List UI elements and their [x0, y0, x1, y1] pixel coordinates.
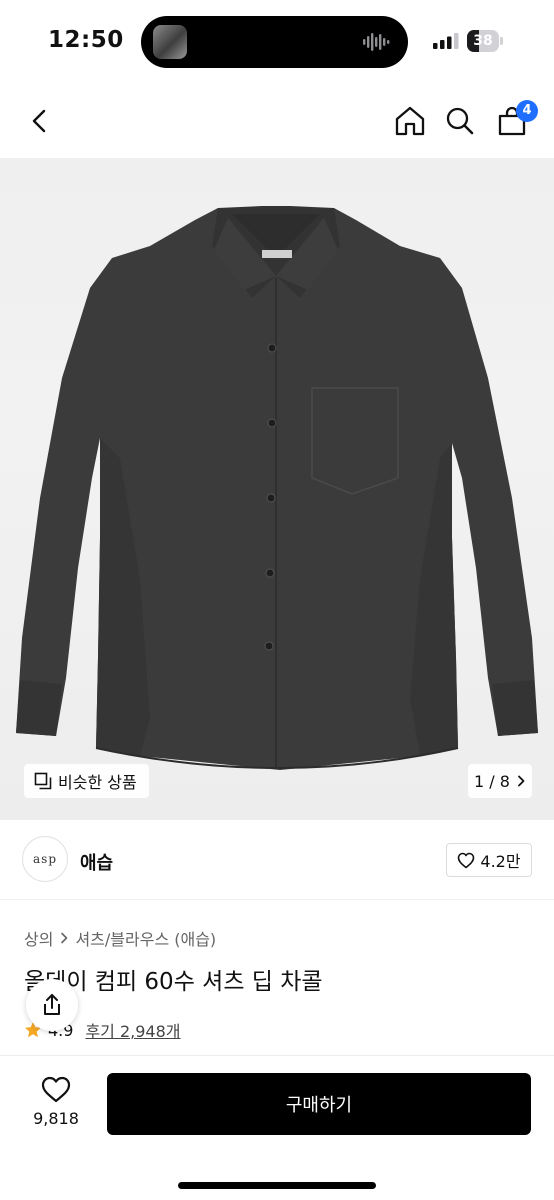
breadcrumb: 상의 셔츠/블라우스 (애습) [24, 926, 216, 950]
chevron-right-icon [518, 775, 525, 787]
similar-products-button[interactable]: 비슷한 상품 [24, 764, 149, 798]
product-photo-shirt [16, 206, 538, 770]
similar-items-icon [34, 772, 52, 790]
chevron-right-icon [61, 932, 68, 944]
cart-count-badge: 4 [516, 100, 538, 122]
search-button[interactable] [440, 101, 480, 141]
heart-icon [458, 852, 475, 868]
brand-row[interactable]: asp 애습 4.2만 [0, 820, 554, 900]
reviews-link[interactable]: 후기 2,948개 [85, 1018, 180, 1042]
image-page-indicator[interactable]: 1 / 8 [468, 764, 532, 798]
top-navigation: 4 [0, 84, 554, 158]
share-button[interactable] [26, 979, 78, 1031]
share-icon [44, 994, 60, 1015]
chevron-left-icon [32, 109, 46, 133]
cart-button[interactable]: 4 [492, 100, 538, 141]
cellular-signal-icon [433, 33, 459, 49]
heart-icon [41, 1076, 71, 1103]
brand-logo[interactable]: asp [22, 836, 68, 882]
home-icon [395, 106, 425, 136]
brand-like-button[interactable]: 4.2만 [446, 843, 532, 877]
similar-products-label: 비슷한 상품 [58, 773, 137, 792]
breadcrumb-item-subcategory[interactable]: 셔츠/블라우스 (애습) [75, 926, 216, 950]
status-time: 12:50 [48, 27, 124, 53]
home-button[interactable] [390, 101, 430, 141]
dynamic-island[interactable] [141, 16, 408, 68]
product-image-gallery[interactable]: 비슷한 상품 1 / 8 [0, 158, 554, 820]
audio-waveform-icon [363, 33, 390, 51]
status-bar: 12:50 38 [0, 0, 554, 84]
bottom-action-bar: 9,818 구매하기 [0, 1055, 554, 1200]
back-button[interactable] [20, 101, 60, 141]
brand-like-count: 4.2만 [480, 852, 521, 871]
buy-button[interactable]: 구매하기 [107, 1073, 531, 1135]
home-indicator [178, 1182, 376, 1189]
now-playing-thumbnail [153, 25, 187, 59]
page-indicator-text: 1 / 8 [474, 771, 510, 791]
battery-icon: 38 [467, 30, 503, 52]
search-icon [446, 107, 474, 135]
breadcrumb-item-category[interactable]: 상의 [24, 926, 53, 950]
battery-level: 38 [473, 33, 493, 49]
brand-name[interactable]: 애습 [80, 849, 113, 875]
wishlist-button[interactable]: 9,818 [26, 1076, 86, 1128]
wishlist-count: 9,818 [33, 1109, 79, 1128]
